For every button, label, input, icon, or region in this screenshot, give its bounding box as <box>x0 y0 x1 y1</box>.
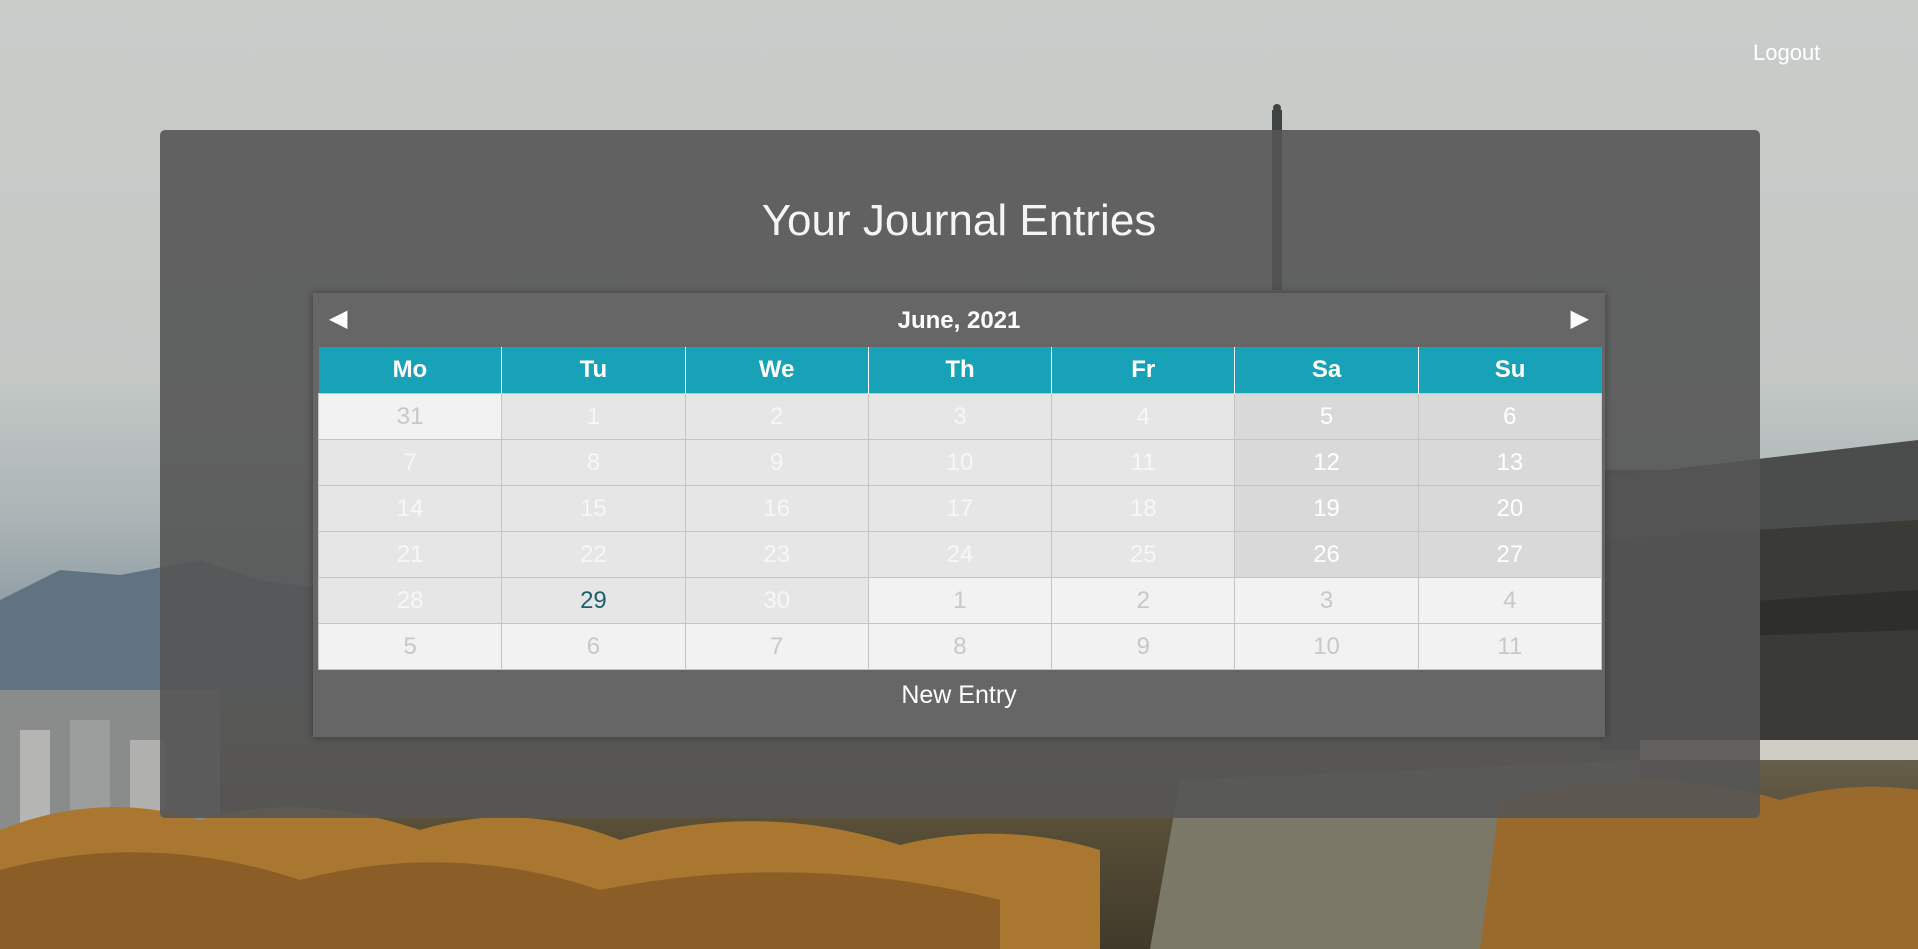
month-label: June, 2021 <box>897 307 1021 334</box>
calendar-day[interactable]: 31 <box>317 393 503 440</box>
calendar-day[interactable]: 5 <box>1234 393 1419 440</box>
calendar-day[interactable]: 2 <box>684 393 869 440</box>
calendar-header: ◀ June, 2021 ▶ <box>313 293 1605 347</box>
calendar-day[interactable]: 11 <box>1051 439 1236 486</box>
calendar-day[interactable]: 18 <box>1051 485 1236 532</box>
background-photo: Logout Your Journal Entries ◀ June, 2021… <box>0 0 1918 949</box>
calendar-day[interactable]: 11 <box>1417 623 1603 670</box>
calendar-day[interactable]: 15 <box>501 485 686 532</box>
calendar-day[interactable]: 30 <box>684 577 869 624</box>
calendar-day[interactable]: 7 <box>684 623 869 670</box>
calendar-day[interactable]: 23 <box>684 531 869 578</box>
calendar-day[interactable]: 19 <box>1234 485 1419 532</box>
weekday-sa: Sa <box>1234 347 1419 394</box>
calendar-week-row: 5 6 7 8 9 10 11 <box>317 623 1603 670</box>
calendar-day-today[interactable]: 29 <box>501 577 686 624</box>
calendar-day[interactable]: 26 <box>1234 531 1419 578</box>
weekday-mo: Mo <box>318 347 503 394</box>
calendar-day[interactable]: 6 <box>1417 393 1603 440</box>
calendar-day[interactable]: 3 <box>867 393 1053 440</box>
calendar-day[interactable]: 22 <box>501 531 686 578</box>
calendar-day[interactable]: 9 <box>1051 623 1236 670</box>
calendar-day[interactable]: 3 <box>1234 577 1419 624</box>
calendar-day[interactable]: 24 <box>867 531 1053 578</box>
calendar-day[interactable]: 8 <box>867 623 1053 670</box>
calendar-day[interactable]: 1 <box>501 393 686 440</box>
calendar-day[interactable]: 16 <box>684 485 869 532</box>
weekday-fr: Fr <box>1051 347 1236 394</box>
calendar-day[interactable]: 13 <box>1417 439 1603 486</box>
weekday-su: Su <box>1418 347 1602 394</box>
calendar-day[interactable]: 27 <box>1417 531 1603 578</box>
calendar-day[interactable]: 5 <box>317 623 503 670</box>
logout-link[interactable]: Logout <box>1753 40 1820 66</box>
calendar-day[interactable]: 10 <box>1234 623 1419 670</box>
calendar-week-row: 14 15 16 17 18 19 20 <box>317 485 1603 532</box>
calendar-day[interactable]: 21 <box>317 531 503 578</box>
calendar-day[interactable]: 4 <box>1051 393 1236 440</box>
calendar-day[interactable]: 10 <box>867 439 1053 486</box>
calendar: ◀ June, 2021 ▶ Mo Tu We Th Fr Sa Su 31 1 2 3 4 5 6 7 8… <box>313 293 1605 737</box>
new-entry-button[interactable]: New Entry <box>313 681 1605 710</box>
calendar-day[interactable]: 12 <box>1234 439 1419 486</box>
calendar-day[interactable]: 4 <box>1417 577 1603 624</box>
calendar-day[interactable]: 9 <box>684 439 869 486</box>
calendar-day[interactable]: 28 <box>317 577 503 624</box>
weekday-we: We <box>685 347 869 394</box>
calendar-day[interactable]: 8 <box>501 439 686 486</box>
calendar-day[interactable]: 14 <box>317 485 503 532</box>
calendar-day[interactable]: 6 <box>501 623 686 670</box>
next-month-icon[interactable]: ▶ <box>1571 307 1589 331</box>
calendar-grid: Mo Tu We Th Fr Sa Su 31 1 2 3 4 5 6 7 8 9 10 11 12 13 14 15 16… <box>317 347 1603 670</box>
page-title: Your Journal Entries <box>761 196 1157 245</box>
calendar-day[interactable]: 2 <box>1051 577 1236 624</box>
weekday-tu: Tu <box>501 347 686 394</box>
calendar-week-row: 7 8 9 10 11 12 13 <box>317 439 1603 486</box>
calendar-day[interactable]: 25 <box>1051 531 1236 578</box>
weekday-th: Th <box>868 347 1053 394</box>
calendar-week-row: 21 22 23 24 25 26 27 <box>317 531 1603 578</box>
calendar-day[interactable]: 1 <box>867 577 1053 624</box>
calendar-day[interactable]: 7 <box>317 439 503 486</box>
weekday-header-row: Mo Tu We Th Fr Sa Su <box>318 347 1602 394</box>
calendar-week-row: 31 1 2 3 4 5 6 <box>317 393 1603 440</box>
calendar-day[interactable]: 17 <box>867 485 1053 532</box>
calendar-week-row: 28 29 30 1 2 3 4 <box>317 577 1603 624</box>
calendar-day[interactable]: 20 <box>1417 485 1603 532</box>
